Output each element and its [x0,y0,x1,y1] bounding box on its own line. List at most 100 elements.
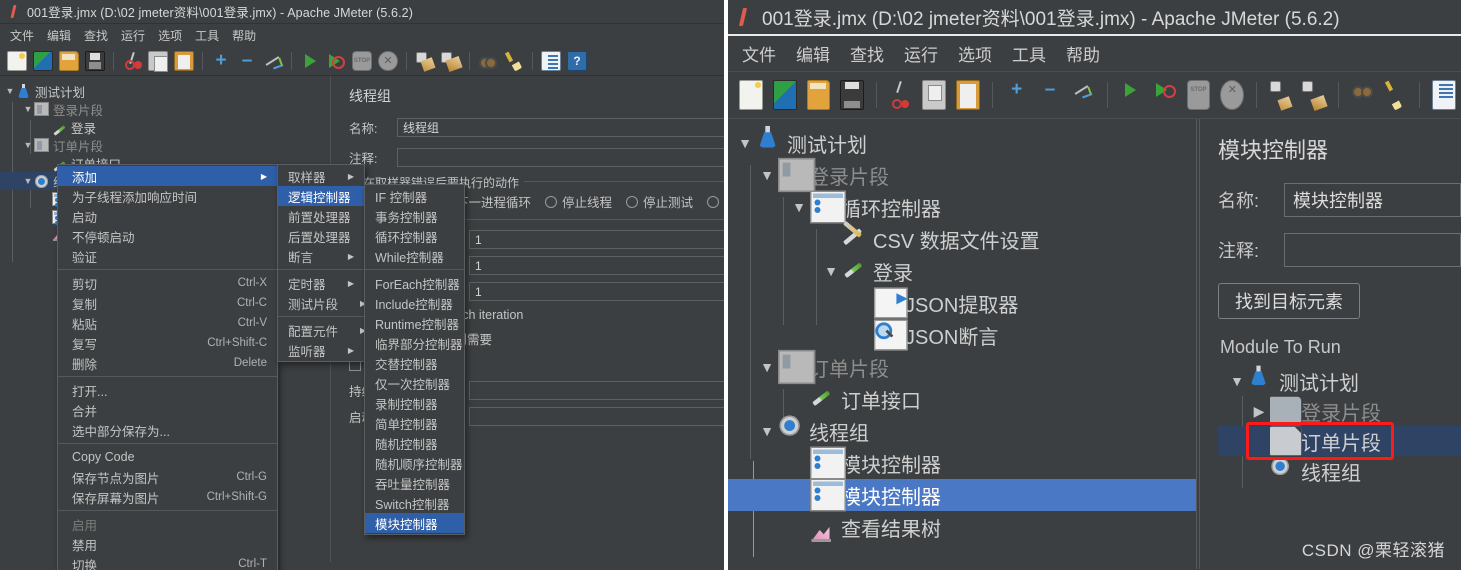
menu-options[interactable]: 选项 [950,39,1000,68]
help-icon[interactable] [567,50,587,71]
module-tree-item-test-plan[interactable]: ▼ 测试计划 [1218,365,1461,396]
menu-search[interactable]: 查找 [78,25,114,46]
context-menu-item-paste[interactable]: 粘贴 Ctrl-V [58,313,277,333]
comment-input[interactable] [1284,233,1461,267]
menu-run[interactable]: 运行 [896,39,946,68]
context-menu-item-merge[interactable]: 合并 [58,400,277,420]
startup-delay-input[interactable] [469,407,724,426]
chevron-down-icon[interactable]: ▼ [820,263,842,279]
menu-help[interactable]: 帮助 [1058,39,1108,68]
search-icon[interactable] [1351,80,1374,110]
logic-item-recording-controller[interactable]: 录制控制器 [365,393,464,413]
stop-icon[interactable] [352,50,372,71]
new-icon[interactable] [7,50,27,71]
expand-icon[interactable] [211,51,231,71]
start-icon[interactable] [1120,80,1143,110]
context-menu-item-validate[interactable]: 验证 [58,246,277,266]
menu-edit[interactable]: 编辑 [41,25,77,46]
chevron-down-icon[interactable]: ▼ [1226,373,1248,389]
tree-item-test-plan[interactable]: ▼ 测试计划 [0,82,330,100]
context-menu-item-save-screen-as-image[interactable]: 保存屏幕为图片 Ctrl+Shift-G [58,487,277,507]
submenu-item-logic-controller[interactable]: 逻辑控制器 ▶ [278,186,379,206]
chevron-down-icon[interactable]: ▼ [788,199,810,215]
menu-search[interactable]: 查找 [842,39,892,68]
expand-icon[interactable] [1005,80,1029,110]
toggle-icon[interactable] [1072,80,1095,110]
module-to-run-tree[interactable]: ▼ 测试计划 ▶ 登录片段 ▶ 订单片段 ▶ [1218,365,1461,488]
context-menu-item-duplicate[interactable]: 复写 Ctrl+Shift-C [58,333,277,353]
context-menu-item-add-response-time[interactable]: 为子线程添加响应时间 [58,186,277,206]
logic-item-module-controller[interactable]: 模块控制器 [365,513,464,533]
save-icon[interactable] [840,80,865,110]
logic-item-critical-section-controller[interactable]: 临界部分控制器 [365,333,464,353]
collapse-icon[interactable] [1038,80,1062,110]
tree-item-login-fragment[interactable]: ▼ 登录片段 [728,157,1196,193]
clear-icon[interactable] [1269,80,1292,110]
search-reset-icon[interactable] [504,51,524,71]
tree-item-order-fragment[interactable]: ▼ 订单片段 [0,136,330,154]
chevron-down-icon[interactable]: ▼ [22,176,34,186]
collapse-icon[interactable] [237,51,257,71]
tree-item-thread-group[interactable]: ▼ 线程组 [728,415,1196,447]
logic-item-include-controller[interactable]: Include控制器 [365,293,464,313]
menu-file[interactable]: 文件 [4,25,40,46]
chevron-down-icon[interactable]: ▼ [756,359,778,375]
logic-item-throughput-controller[interactable]: 吞吐量控制器 [365,473,464,493]
clear-icon[interactable] [415,51,435,71]
context-menu-item-remove[interactable]: 删除 Delete [58,353,277,373]
logic-controller-submenu[interactable]: IF 控制器 事务控制器 循环控制器 While控制器 ForEach控制器 I… [364,184,465,535]
chevron-right-icon[interactable]: ▶ [1248,403,1270,420]
context-menu-item-disable[interactable]: 禁用 [58,534,277,554]
open-icon[interactable] [806,80,831,110]
menu-run[interactable]: 运行 [115,25,151,46]
stop-icon[interactable] [1186,80,1211,110]
logic-item-runtime-controller[interactable]: Runtime控制器 [365,313,464,333]
tree-item-json-assertion[interactable]: ▼ JSON断言 [728,319,1196,351]
submenu-item-timer[interactable]: 定时器 ▶ [278,273,364,293]
start-icon[interactable] [300,51,320,71]
tree-item-login[interactable]: ▼ 登录 [728,255,1196,287]
logic-item-interleave-controller[interactable]: 交替控制器 [365,353,464,373]
radio-stop-test[interactable]: 停止测试 [626,192,693,211]
context-menu-item-add[interactable]: 添加 ▶ [58,166,277,186]
module-tree-item-thread-group[interactable]: ▶ 线程组 [1218,456,1461,486]
chevron-down-icon[interactable]: ▼ [756,423,778,439]
menu-edit[interactable]: 编辑 [788,39,838,68]
function-helper-icon[interactable] [1432,80,1457,110]
logic-item-if-controller[interactable]: IF 控制器 [365,186,464,206]
cut-icon[interactable] [122,51,142,71]
chevron-down-icon[interactable]: ▼ [22,104,34,114]
threads-input[interactable]: 1 [469,230,724,249]
tree-item-test-plan[interactable]: ▼ 测试计划 [728,125,1196,159]
menu-bar[interactable]: 文件 编辑 查找 运行 选项 工具 帮助 [0,24,724,46]
rampup-input[interactable]: 1 [469,256,724,275]
add-submenu[interactable]: 取样器 ▶ 逻辑控制器 ▶ 前置处理器 ▶ 后置处理器 ▶ 断言 ▶ [277,164,379,362]
submenu-item-config-element[interactable]: 配置元件 ▶ [278,320,366,340]
logic-item-while-controller[interactable]: While控制器 [365,246,464,266]
tree-item-json-extractor[interactable]: ▼ JSON提取器 [728,287,1196,319]
logic-item-switch-controller[interactable]: Switch控制器 [365,493,464,513]
context-menu-item-toggle[interactable]: 切换 Ctrl-T [58,554,277,570]
submenu-item-pre-processor[interactable]: 前置处理器 ▶ [278,206,379,226]
paste-icon[interactable] [174,50,194,71]
submenu-item-sampler[interactable]: 取样器 ▶ [278,166,364,186]
submenu-item-post-processor[interactable]: 后置处理器 ▶ [278,226,379,246]
menu-options[interactable]: 选项 [152,25,188,46]
menu-file[interactable]: 文件 [734,39,784,68]
clear-all-icon[interactable] [441,51,461,71]
cut-icon[interactable] [889,80,912,110]
logic-item-foreach-controller[interactable]: ForEach控制器 [365,273,464,293]
comment-input[interactable] [397,148,724,167]
name-input[interactable]: 模块控制器 [1284,183,1461,217]
tree-item-order-api[interactable]: ▼ 订单接口 [728,383,1196,415]
loopcount-input[interactable]: 1 [469,282,724,301]
shutdown-icon[interactable] [1220,80,1245,110]
tree-context-menu[interactable]: 添加 ▶ 为子线程添加响应时间 启动 不停顿启动 验证 剪切 Ctrl-X 复制… [57,164,278,570]
menu-bar[interactable]: 文件 编辑 查找 运行 选项 工具 帮助 [728,36,1461,72]
start-no-pauses-icon[interactable] [1153,80,1177,110]
clear-all-icon[interactable] [1302,80,1325,110]
test-plan-tree[interactable]: ▼ 测试计划 ▼ 登录片段 ▼ 循环控制器 ▼ CSV 数据文件 [728,119,1196,569]
submenu-item-test-fragment[interactable]: 测试片段 ▶ [278,293,366,313]
context-menu-item-copy[interactable]: 复制 Ctrl-C [58,293,277,313]
search-icon[interactable] [478,51,498,71]
